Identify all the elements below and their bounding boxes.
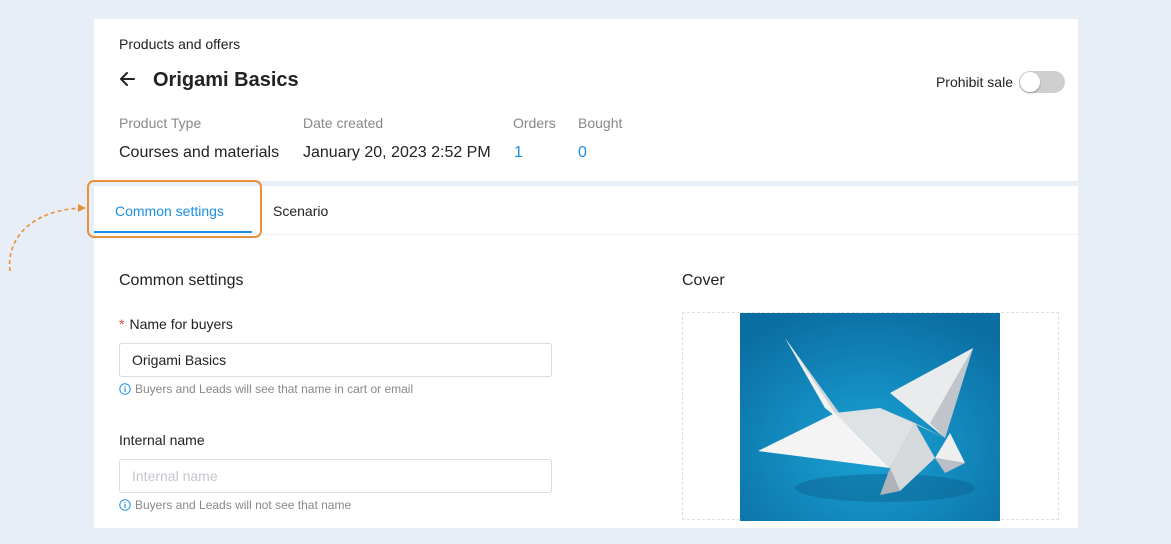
common-settings-heading: Common settings bbox=[119, 272, 244, 289]
name-hint-text: Buyers and Leads will see that name in c… bbox=[135, 382, 414, 396]
bought-label: Bought bbox=[578, 115, 623, 131]
cover-image bbox=[740, 313, 1000, 521]
cover-dropzone[interactable] bbox=[682, 312, 1059, 521]
internal-hint: Buyers and Leads will not see that name bbox=[119, 498, 351, 512]
cover-heading: Cover bbox=[682, 272, 725, 289]
page-title: Origami Basics bbox=[153, 69, 299, 91]
toggle-knob bbox=[1020, 72, 1040, 92]
info-icon bbox=[119, 383, 131, 395]
info-icon bbox=[119, 499, 131, 511]
internal-name-label: Internal name bbox=[119, 432, 205, 448]
annotation-arrow-icon bbox=[8, 204, 86, 272]
name-for-buyers-label: * Name for buyers bbox=[119, 316, 233, 332]
name-for-buyers-input[interactable] bbox=[119, 343, 552, 377]
product-type-label: Product Type bbox=[119, 115, 202, 131]
name-for-buyers-text: Name for buyers bbox=[129, 316, 233, 332]
required-marker: * bbox=[119, 316, 125, 332]
prohibit-sale-toggle[interactable] bbox=[1019, 71, 1065, 93]
breadcrumb[interactable]: Products and offers bbox=[119, 36, 240, 52]
tab-highlight-frame bbox=[87, 180, 262, 238]
orders-link[interactable]: 1 bbox=[514, 144, 523, 162]
tab-scenario[interactable]: Scenario bbox=[273, 203, 328, 219]
internal-name-input[interactable] bbox=[119, 459, 552, 493]
prohibit-sale-label: Prohibit sale bbox=[935, 74, 1013, 90]
product-type-value: Courses and materials bbox=[119, 144, 280, 161]
back-arrow-icon[interactable] bbox=[118, 69, 136, 89]
internal-hint-text: Buyers and Leads will not see that name bbox=[135, 498, 352, 512]
orders-label: Orders bbox=[513, 115, 556, 131]
date-created-label: Date created bbox=[303, 115, 384, 131]
bought-link[interactable]: 0 bbox=[578, 144, 587, 162]
name-hint: Buyers and Leads will see that name in c… bbox=[119, 382, 413, 396]
product-header-card: Products and offers Origami Basics Prohi… bbox=[94, 19, 1078, 181]
prohibit-sale-control: Prohibit sale bbox=[936, 71, 1065, 93]
date-created-value: January 20, 2023 2:52 PM bbox=[303, 144, 491, 161]
